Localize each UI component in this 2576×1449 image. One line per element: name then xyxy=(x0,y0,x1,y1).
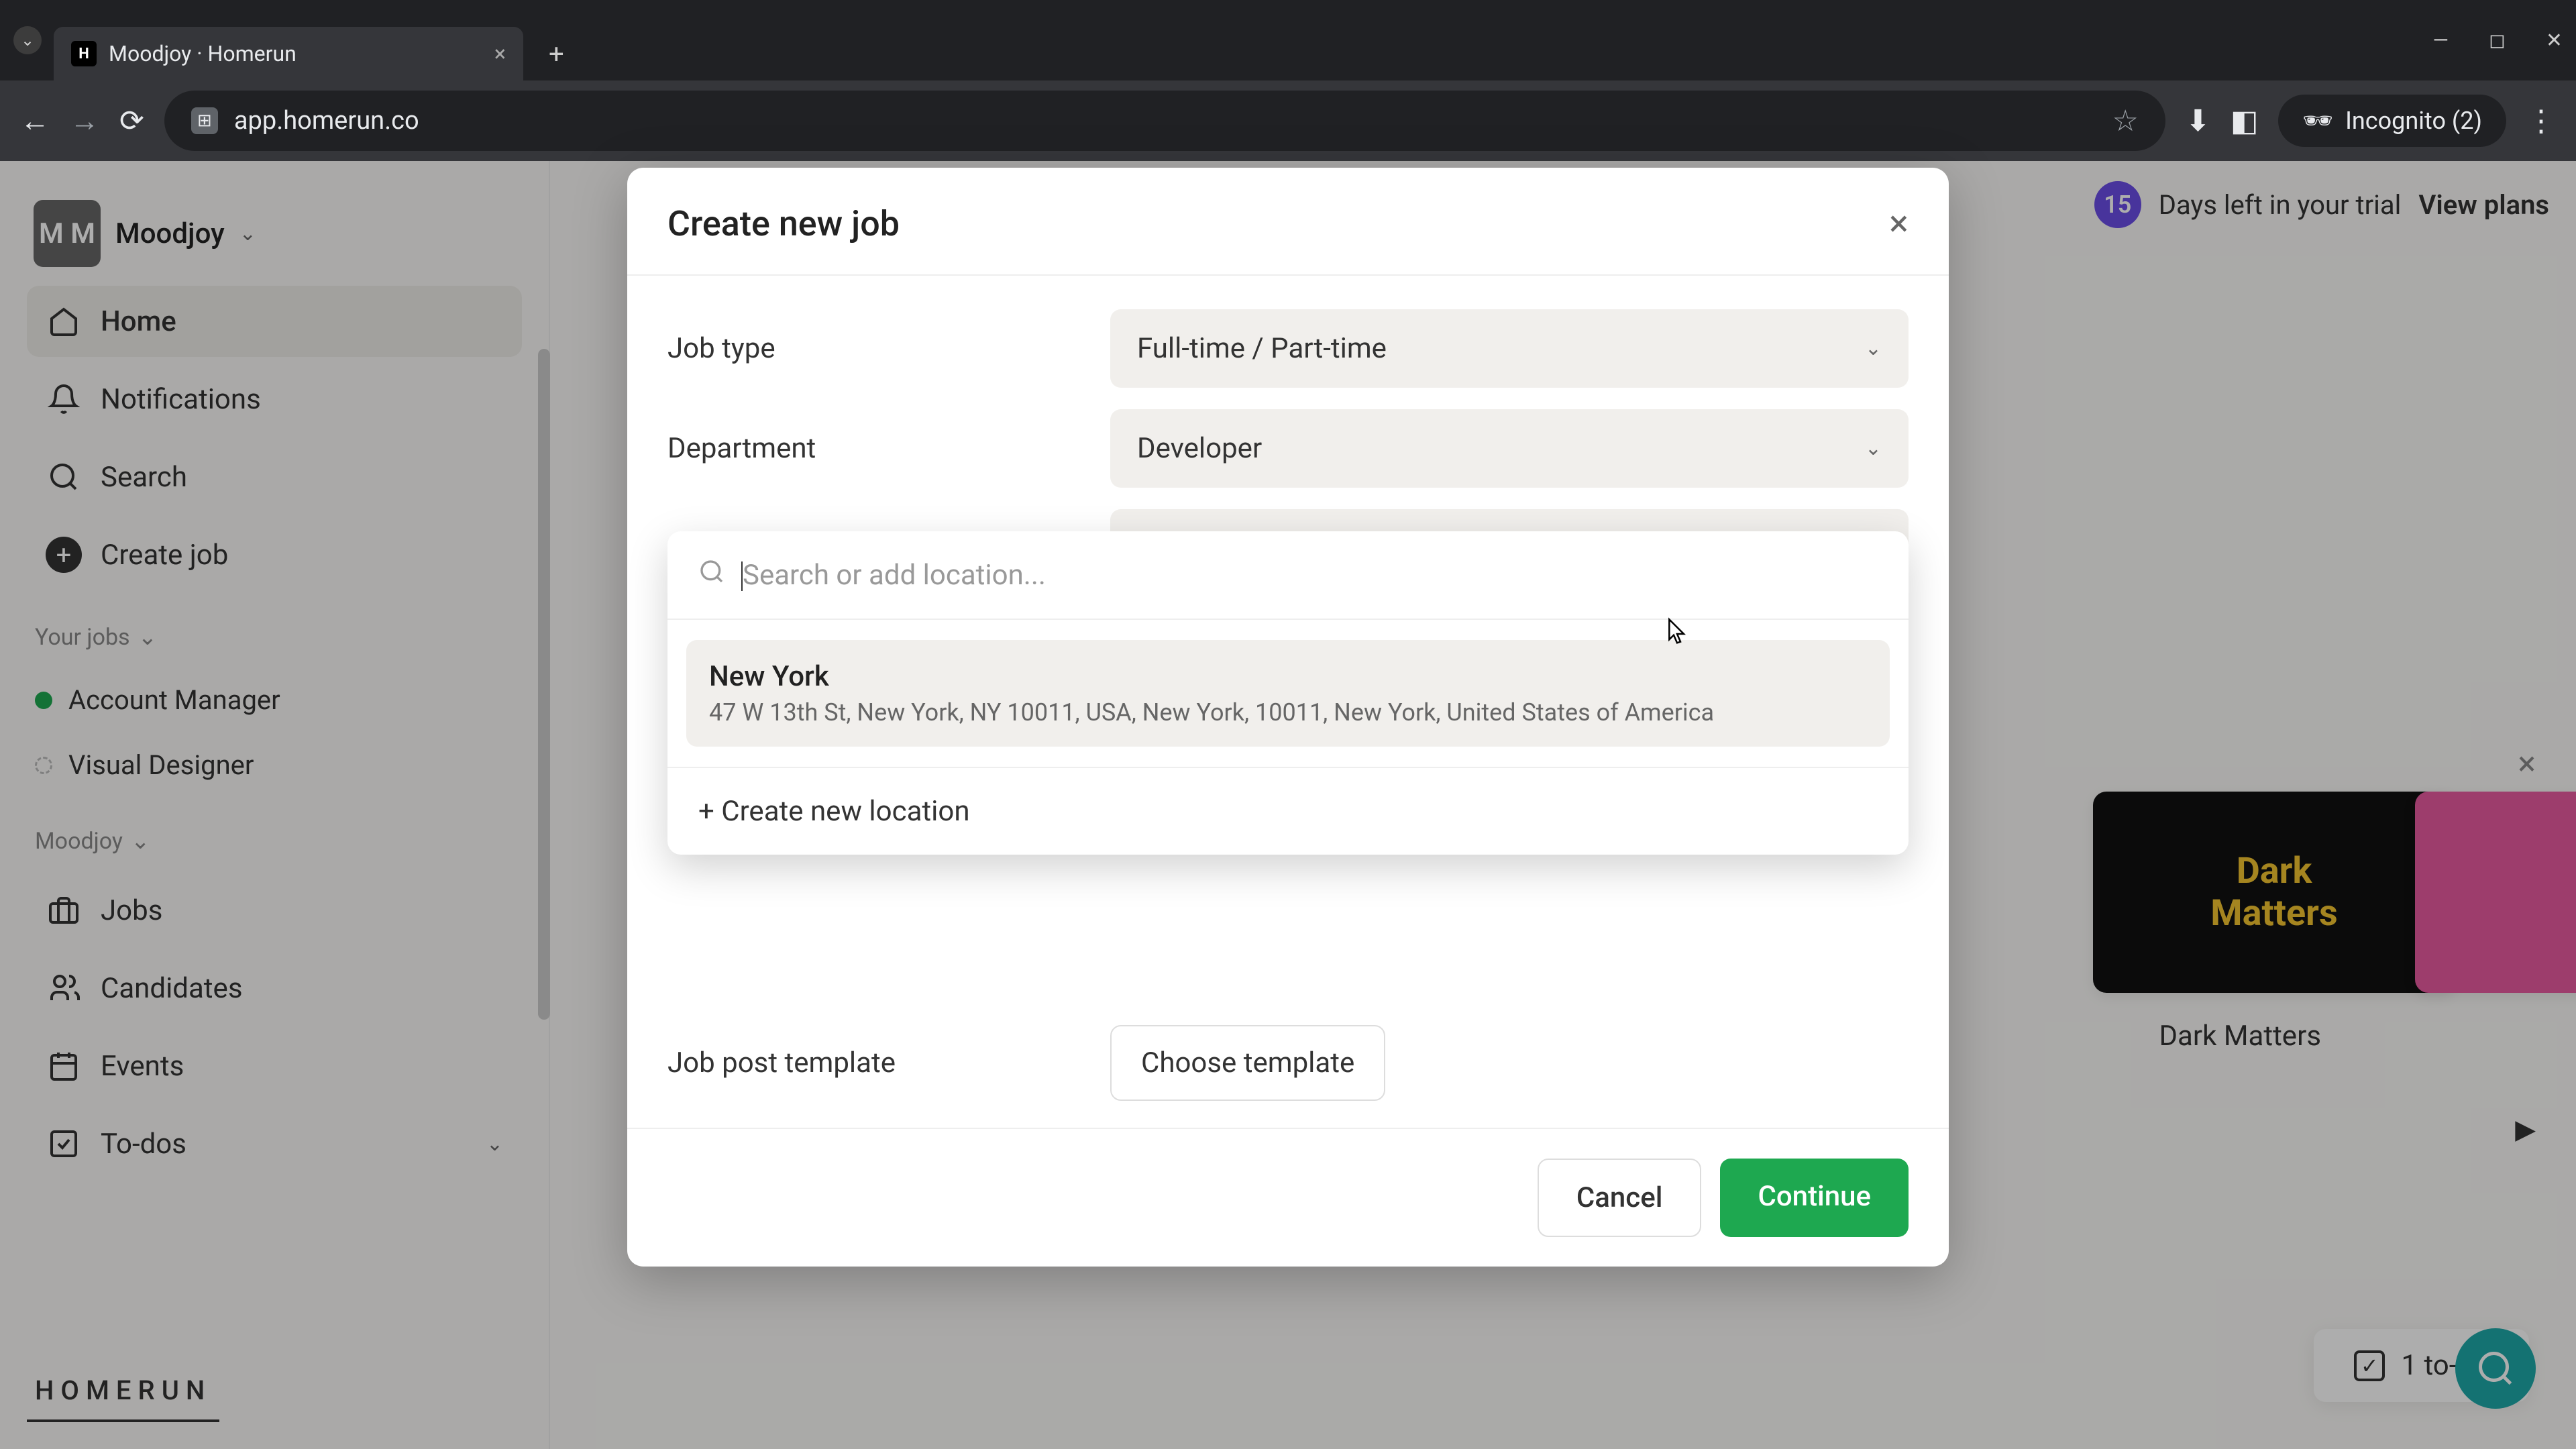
incognito-badge[interactable]: 🕶 Incognito (2) xyxy=(2278,95,2506,147)
template-label: Job post template xyxy=(667,1046,1110,1079)
tab-search-button[interactable]: ⌄ xyxy=(13,26,42,54)
reload-button[interactable]: ⟳ xyxy=(119,103,144,138)
choose-template-button[interactable]: Choose template xyxy=(1110,1025,1385,1101)
cancel-button[interactable]: Cancel xyxy=(1538,1159,1702,1237)
browser-menu-icon[interactable]: ⋮ xyxy=(2526,103,2556,138)
form-row-department: Department Developer ⌄ xyxy=(667,409,1909,488)
form-row-template: Job post template Choose template xyxy=(667,1025,1909,1101)
chevron-down-icon: ⌄ xyxy=(1865,337,1882,360)
modal-footer: Cancel Continue xyxy=(627,1128,1949,1267)
tab-favicon: H xyxy=(71,41,97,66)
bookmark-icon[interactable]: ☆ xyxy=(2112,103,2139,138)
form-row-job-type: Job type Full-time / Part-time ⌄ xyxy=(667,309,1909,388)
option-subtitle: 47 W 13th St, New York, NY 10011, USA, N… xyxy=(709,698,1867,727)
department-label: Department xyxy=(667,432,1110,465)
job-type-select[interactable]: Full-time / Part-time ⌄ xyxy=(1110,309,1909,388)
modal-close-button[interactable]: × xyxy=(1889,203,1909,245)
continue-button[interactable]: Continue xyxy=(1720,1159,1909,1237)
minimize-icon[interactable]: — xyxy=(2433,29,2449,52)
option-title: New York xyxy=(709,660,1867,693)
create-new-location-button[interactable]: + Create new location xyxy=(667,767,1909,855)
search-icon xyxy=(698,558,725,592)
create-job-modal: Create new job × Job type Full-time / Pa… xyxy=(627,168,1949,1267)
site-info-icon[interactable]: ⊞ xyxy=(191,107,218,134)
browser-tab[interactable]: H Moodjoy · Homerun × xyxy=(54,27,523,80)
select-value: Full-time / Part-time xyxy=(1137,332,1387,365)
close-window-icon[interactable]: ✕ xyxy=(2546,29,2563,52)
address-bar[interactable]: ⊞ app.homerun.co ☆ xyxy=(164,91,2165,151)
new-tab-button[interactable]: + xyxy=(549,38,564,70)
window-controls: — ◻ ✕ xyxy=(2433,29,2563,52)
location-search-input[interactable]: Search or add location... xyxy=(741,559,1878,592)
downloads-icon[interactable]: ⬇ xyxy=(2186,103,2210,138)
browser-tab-bar: ⌄ H Moodjoy · Homerun × + — ◻ ✕ xyxy=(0,0,2576,80)
tab-title: Moodjoy · Homerun xyxy=(109,41,297,66)
incognito-label: Incognito (2) xyxy=(2345,107,2482,135)
browser-toolbar: ← → ⟳ ⊞ app.homerun.co ☆ ⬇ ◧ 🕶 Incognito… xyxy=(0,80,2576,161)
modal-header: Create new job × xyxy=(627,168,1949,276)
job-type-label: Job type xyxy=(667,332,1110,365)
incognito-icon: 🕶 xyxy=(2302,107,2333,135)
forward-button[interactable]: → xyxy=(70,103,99,138)
select-value: Developer xyxy=(1137,432,1262,465)
location-option-new-york[interactable]: New York 47 W 13th St, New York, NY 1001… xyxy=(686,640,1890,747)
search-placeholder: Search or add location... xyxy=(743,559,1046,592)
modal-title: Create new job xyxy=(667,203,900,244)
modal-overlay[interactable]: Create new job × Job type Full-time / Pa… xyxy=(0,161,2576,1449)
tab-close-icon[interactable]: × xyxy=(494,41,506,66)
chevron-down-icon: ⌄ xyxy=(1865,437,1882,460)
back-button[interactable]: ← xyxy=(20,103,50,138)
url-text: app.homerun.co xyxy=(234,106,419,136)
location-dropdown: Search or add location... New York 47 W … xyxy=(667,531,1909,855)
maximize-icon[interactable]: ◻ xyxy=(2489,29,2506,52)
department-select[interactable]: Developer ⌄ xyxy=(1110,409,1909,488)
sidepanel-icon[interactable]: ◧ xyxy=(2231,103,2259,138)
location-search-row: Search or add location... xyxy=(667,531,1909,620)
